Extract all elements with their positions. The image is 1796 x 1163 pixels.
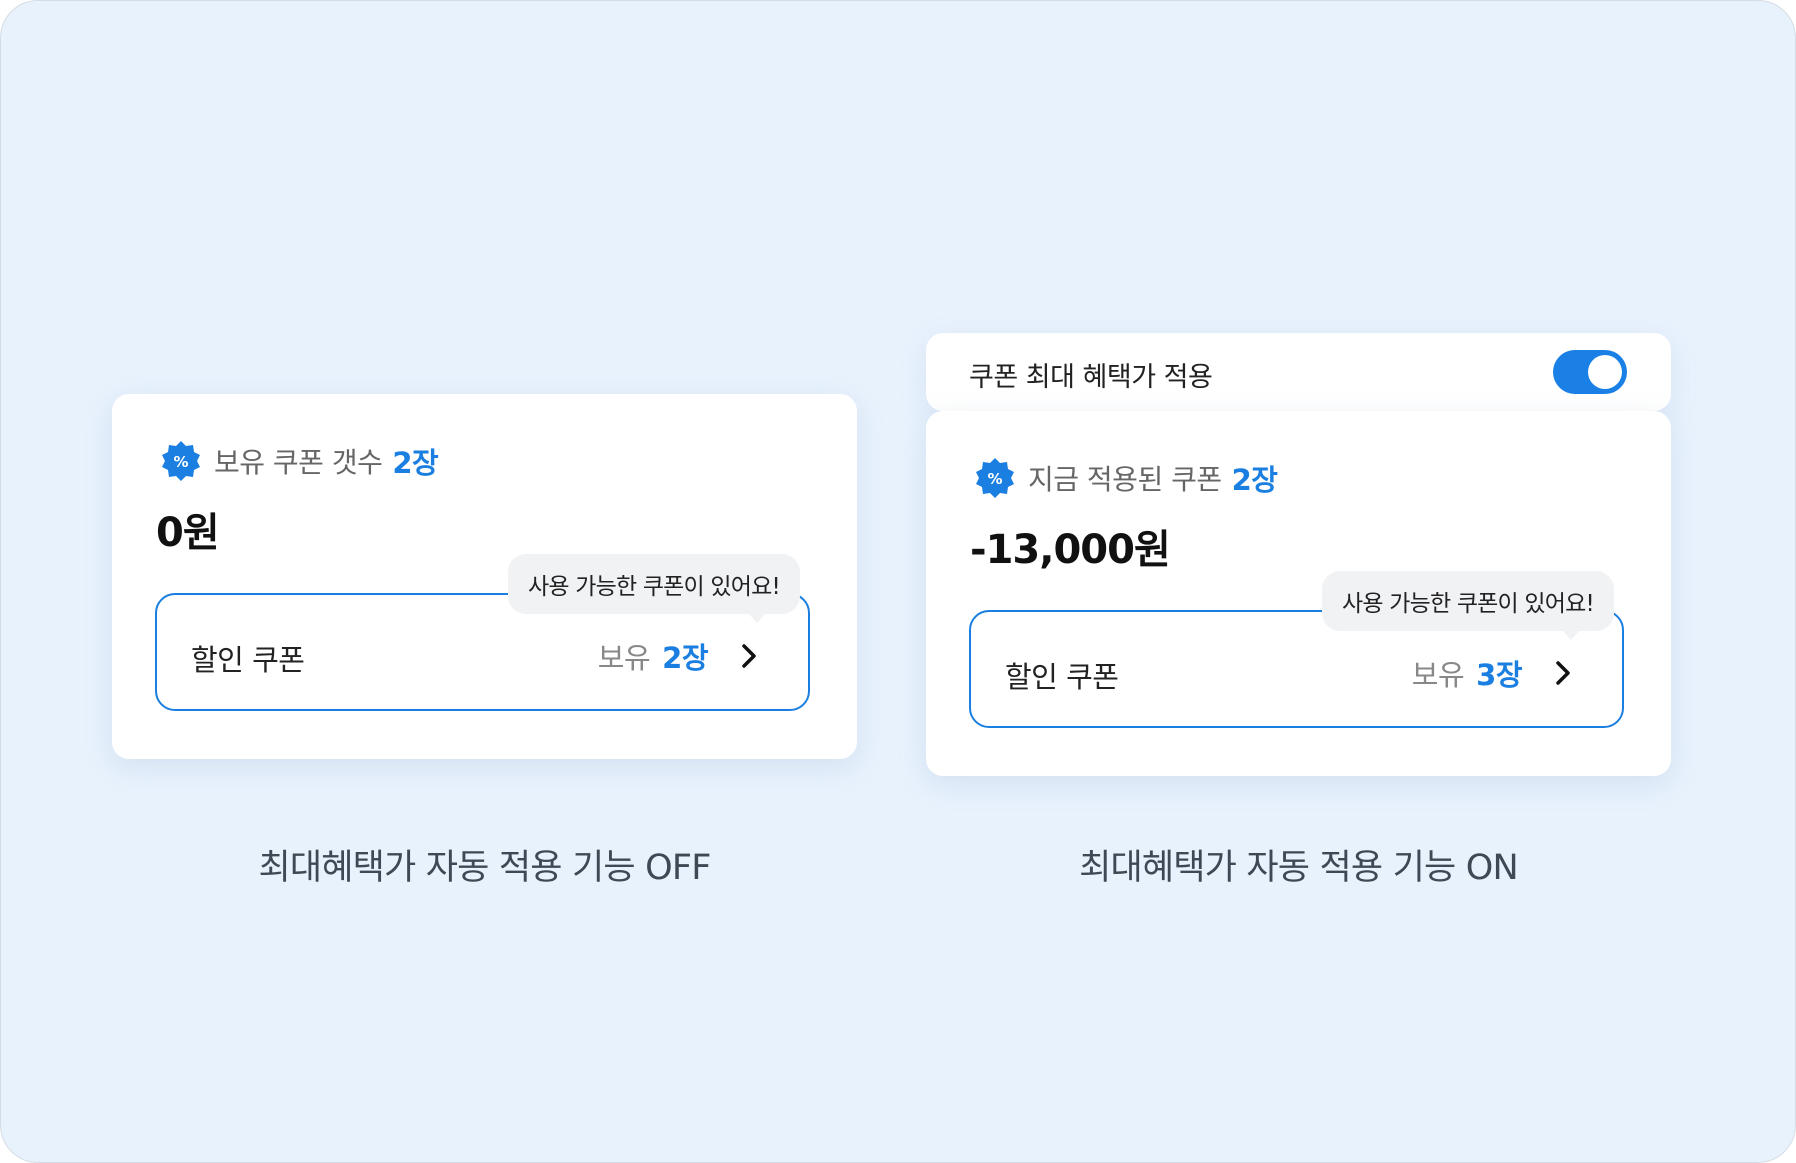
svg-text:%: %: [173, 453, 188, 471]
chevron-right-icon: [1556, 661, 1570, 685]
coupon-header: % 보유 쿠폰 갯수 2장: [160, 440, 439, 482]
coupon-header-count: 2장: [392, 446, 439, 480]
tooltip-tail: [747, 613, 766, 623]
coupon-card-on: % 지금 적용된 쿠폰 2장 -13,000원 할인 쿠폰 보유 3장 사용 가…: [926, 411, 1671, 776]
coupon-row-owned: 보유 2장: [598, 635, 760, 677]
max-benefit-toggle-card: 쿠폰 최대 혜택가 적용: [926, 333, 1671, 411]
available-coupon-tooltip: 사용 가능한 쿠폰이 있어요!: [508, 554, 800, 623]
discount-amount: -13,000원: [970, 527, 1171, 573]
coupon-header: % 지금 적용된 쿠폰 2장: [974, 457, 1278, 499]
coupon-row-owned: 보유 3장: [1412, 652, 1574, 694]
coupon-header-label: 보유 쿠폰 갯수: [214, 446, 383, 479]
max-benefit-toggle[interactable]: [1553, 350, 1627, 394]
owned-label: 보유: [597, 641, 651, 675]
percent-badge-icon: %: [162, 441, 200, 481]
owned-count: 2장: [662, 641, 708, 675]
owned-label: 보유: [1411, 658, 1465, 692]
tooltip-text: 사용 가능한 쿠폰이 있어요!: [1342, 591, 1595, 617]
caption-on: 최대혜택가 자동 적용 기능 ON: [1079, 848, 1519, 888]
caption-off: 최대혜택가 자동 적용 기능 OFF: [258, 848, 711, 888]
coupon-header-label: 지금 적용된 쿠폰: [1028, 463, 1222, 496]
coupon-card-off: % 보유 쿠폰 갯수 2장 0원 할인 쿠폰 보유 2장 사용 가능한 쿠폰이 …: [112, 394, 857, 759]
coupon-row-label: 할인 쿠폰: [1005, 660, 1119, 694]
toggle-label: 쿠폰 최대 혜택가 적용: [969, 362, 1213, 393]
svg-text:%: %: [987, 470, 1002, 488]
discount-amount: 0원: [156, 510, 220, 556]
tooltip-text: 사용 가능한 쿠폰이 있어요!: [528, 574, 781, 600]
available-coupon-tooltip: 사용 가능한 쿠폰이 있어요!: [1322, 571, 1614, 640]
coupon-header-count: 2장: [1231, 463, 1278, 497]
canvas: % 보유 쿠폰 갯수 2장 0원 할인 쿠폰 보유 2장 사용 가능한 쿠폰이 …: [0, 0, 1796, 1163]
tooltip-tail: [1561, 630, 1580, 640]
owned-count: 3장: [1476, 658, 1522, 692]
percent-badge-icon: %: [976, 458, 1014, 498]
chevron-right-icon: [742, 644, 756, 668]
coupon-row-label: 할인 쿠폰: [191, 643, 305, 677]
toggle-knob: [1588, 355, 1622, 389]
